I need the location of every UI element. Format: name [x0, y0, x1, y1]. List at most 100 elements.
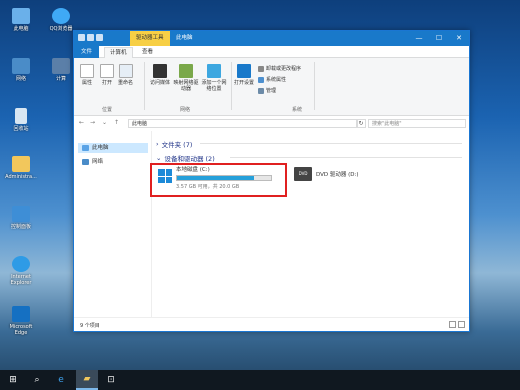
path-segment[interactable]: 此电脑: [132, 121, 147, 127]
computer-icon: [12, 8, 30, 24]
customize-quick-icon[interactable]: [96, 34, 103, 41]
open-label: 打开: [101, 80, 112, 86]
minimize-button[interactable]: —: [409, 31, 429, 46]
access-media-button[interactable]: 访问媒体: [148, 64, 172, 86]
manage-icon: [258, 87, 264, 94]
system-properties-button[interactable]: 系统属性: [258, 76, 286, 83]
desktop-icon-label: Administra...: [5, 174, 37, 180]
edge-taskbar-icon[interactable]: e: [50, 370, 72, 390]
ribbon-separator: [144, 62, 145, 110]
desktop-icon-this-pc[interactable]: 此电脑: [4, 8, 38, 32]
drive-tools-tab[interactable]: 驱动器工具: [130, 31, 170, 46]
manage-label: 管理: [266, 88, 277, 94]
desktop-icon-label: QQ浏览器: [49, 26, 73, 32]
details-view-icon[interactable]: [449, 321, 456, 328]
start-windows-icon[interactable]: ⊞: [2, 370, 24, 390]
file-explorer-taskbar-icon[interactable]: ▰: [76, 370, 98, 390]
gear-icon: [237, 64, 251, 78]
window-controls: — ☐ ✕: [409, 31, 469, 46]
open-button[interactable]: 打开: [100, 64, 114, 86]
add-location-label: 添加一个网络位置: [201, 80, 227, 92]
uninstall-button[interactable]: 卸载或更改程序: [258, 65, 301, 72]
desktop-icon-control-panel[interactable]: 控制面板: [4, 206, 38, 230]
nav-item-network[interactable]: 网络: [78, 157, 107, 167]
group-divider: [200, 143, 462, 144]
user-folder-icon: [12, 156, 30, 172]
group-title: 设备和驱动器 (2): [164, 155, 215, 163]
maximize-button[interactable]: ☐: [429, 31, 449, 46]
tab-view[interactable]: 查看: [137, 47, 158, 58]
desktop-icon-recycle-bin[interactable]: 回收站: [4, 108, 38, 132]
network-icon: [82, 159, 89, 165]
uninstall-icon: [258, 65, 264, 72]
rename-label: 重命名: [118, 80, 134, 86]
title-bar: 驱动器工具 此电脑 — ☐ ✕: [74, 31, 469, 46]
drive-dvd-item[interactable]: DVD DVD 驱动器 (D:): [294, 167, 404, 189]
window-title: 此电脑: [176, 35, 193, 41]
ribbon-separator: [231, 62, 232, 110]
open-settings-button[interactable]: 打开设置: [234, 64, 254, 86]
open-settings-label: 打开设置: [234, 80, 255, 86]
tab-file[interactable]: 文件: [74, 46, 100, 58]
desktop-icon-label: Microsoft Edge: [9, 324, 33, 336]
computer-icon: [82, 145, 89, 151]
close-button[interactable]: ✕: [449, 31, 469, 46]
tiles-view-icon[interactable]: [458, 321, 465, 328]
expand-chevron-icon: ›: [156, 140, 159, 148]
map-drive-button[interactable]: 映射网络驱动器: [172, 64, 200, 92]
search-icon[interactable]: ⌕: [26, 370, 48, 390]
media-icon: [153, 64, 167, 78]
properties-quick-icon[interactable]: [78, 34, 85, 41]
desktop-icon-ie[interactable]: Internet Explorer: [4, 256, 38, 286]
ribbon-tabs: 文件 计算机 查看: [74, 46, 469, 58]
control-panel-icon: [12, 206, 30, 222]
check-icon: [80, 64, 94, 78]
nav-item-this-pc[interactable]: 此电脑: [78, 143, 148, 153]
quick-access-toolbar: [78, 34, 103, 41]
access-media-label: 访问媒体: [149, 80, 170, 86]
folders-group-header[interactable]: › 文件夹 (7): [156, 139, 192, 149]
system-props-label: 系统属性: [266, 77, 287, 83]
item-count: 9 个项目: [80, 323, 100, 329]
desktop-icon-qq-browser[interactable]: QQ浏览器: [44, 8, 78, 32]
tab-computer[interactable]: 计算机: [104, 47, 133, 58]
nav-label: 此电脑: [92, 145, 109, 151]
content-pane: › 文件夹 (7) ⌄ 设备和驱动器 (2) 本地磁盘 (C:) 3.57 GB…: [154, 131, 469, 317]
search-input[interactable]: 搜索"此电脑": [368, 119, 466, 128]
selection-highlight-box: [150, 163, 287, 197]
back-arrow-icon[interactable]: ←: [79, 119, 84, 126]
desktop-icon-network[interactable]: 网络: [4, 58, 38, 82]
rename-icon: [118, 64, 133, 78]
desktop-icon-user-folder[interactable]: Administra...: [4, 156, 38, 180]
desktop-icon-label: 回收站: [13, 126, 29, 132]
map-drive-label: 映射网络驱动器: [173, 80, 199, 92]
properties-label: 属性: [81, 80, 92, 86]
new-folder-quick-icon[interactable]: [87, 34, 94, 41]
desktop-icon-label: 此电脑: [13, 26, 29, 32]
recent-chevron-icon[interactable]: ⌄: [102, 119, 107, 126]
desktop-icon-label: Internet Explorer: [10, 274, 32, 286]
dvd-drive-icon: DVD: [294, 167, 312, 181]
manage-button[interactable]: 管理: [258, 87, 276, 94]
up-arrow-icon[interactable]: ↑: [114, 119, 119, 126]
desktop-icon-label: 网络: [15, 76, 26, 82]
add-network-location-button[interactable]: 添加一个网络位置: [200, 64, 228, 92]
store-taskbar-icon[interactable]: ⊡: [100, 370, 122, 390]
network-location-icon: [207, 64, 221, 78]
rename-button[interactable]: 重命名: [118, 64, 133, 86]
status-bar: 9 个项目: [74, 317, 469, 331]
map-drive-icon: [179, 64, 193, 78]
collapse-chevron-icon: ⌄: [156, 154, 162, 162]
properties-button[interactable]: 属性: [80, 64, 94, 86]
system-group-label: 系统: [292, 107, 303, 113]
devices-group-header[interactable]: ⌄ 设备和驱动器 (2): [156, 153, 215, 163]
ie-icon: [12, 256, 30, 272]
drive-name: DVD 驱动器 (D:): [316, 172, 359, 178]
refresh-icon[interactable]: ↻: [356, 119, 366, 128]
address-path[interactable]: 此电脑: [128, 119, 358, 128]
desktop-icon-edge[interactable]: Microsoft Edge: [4, 306, 38, 336]
desktop-icon-label: 控制面板: [10, 224, 31, 230]
forward-arrow-icon[interactable]: →: [90, 119, 95, 126]
view-toggle: [449, 321, 465, 328]
app-icon: [52, 58, 70, 74]
